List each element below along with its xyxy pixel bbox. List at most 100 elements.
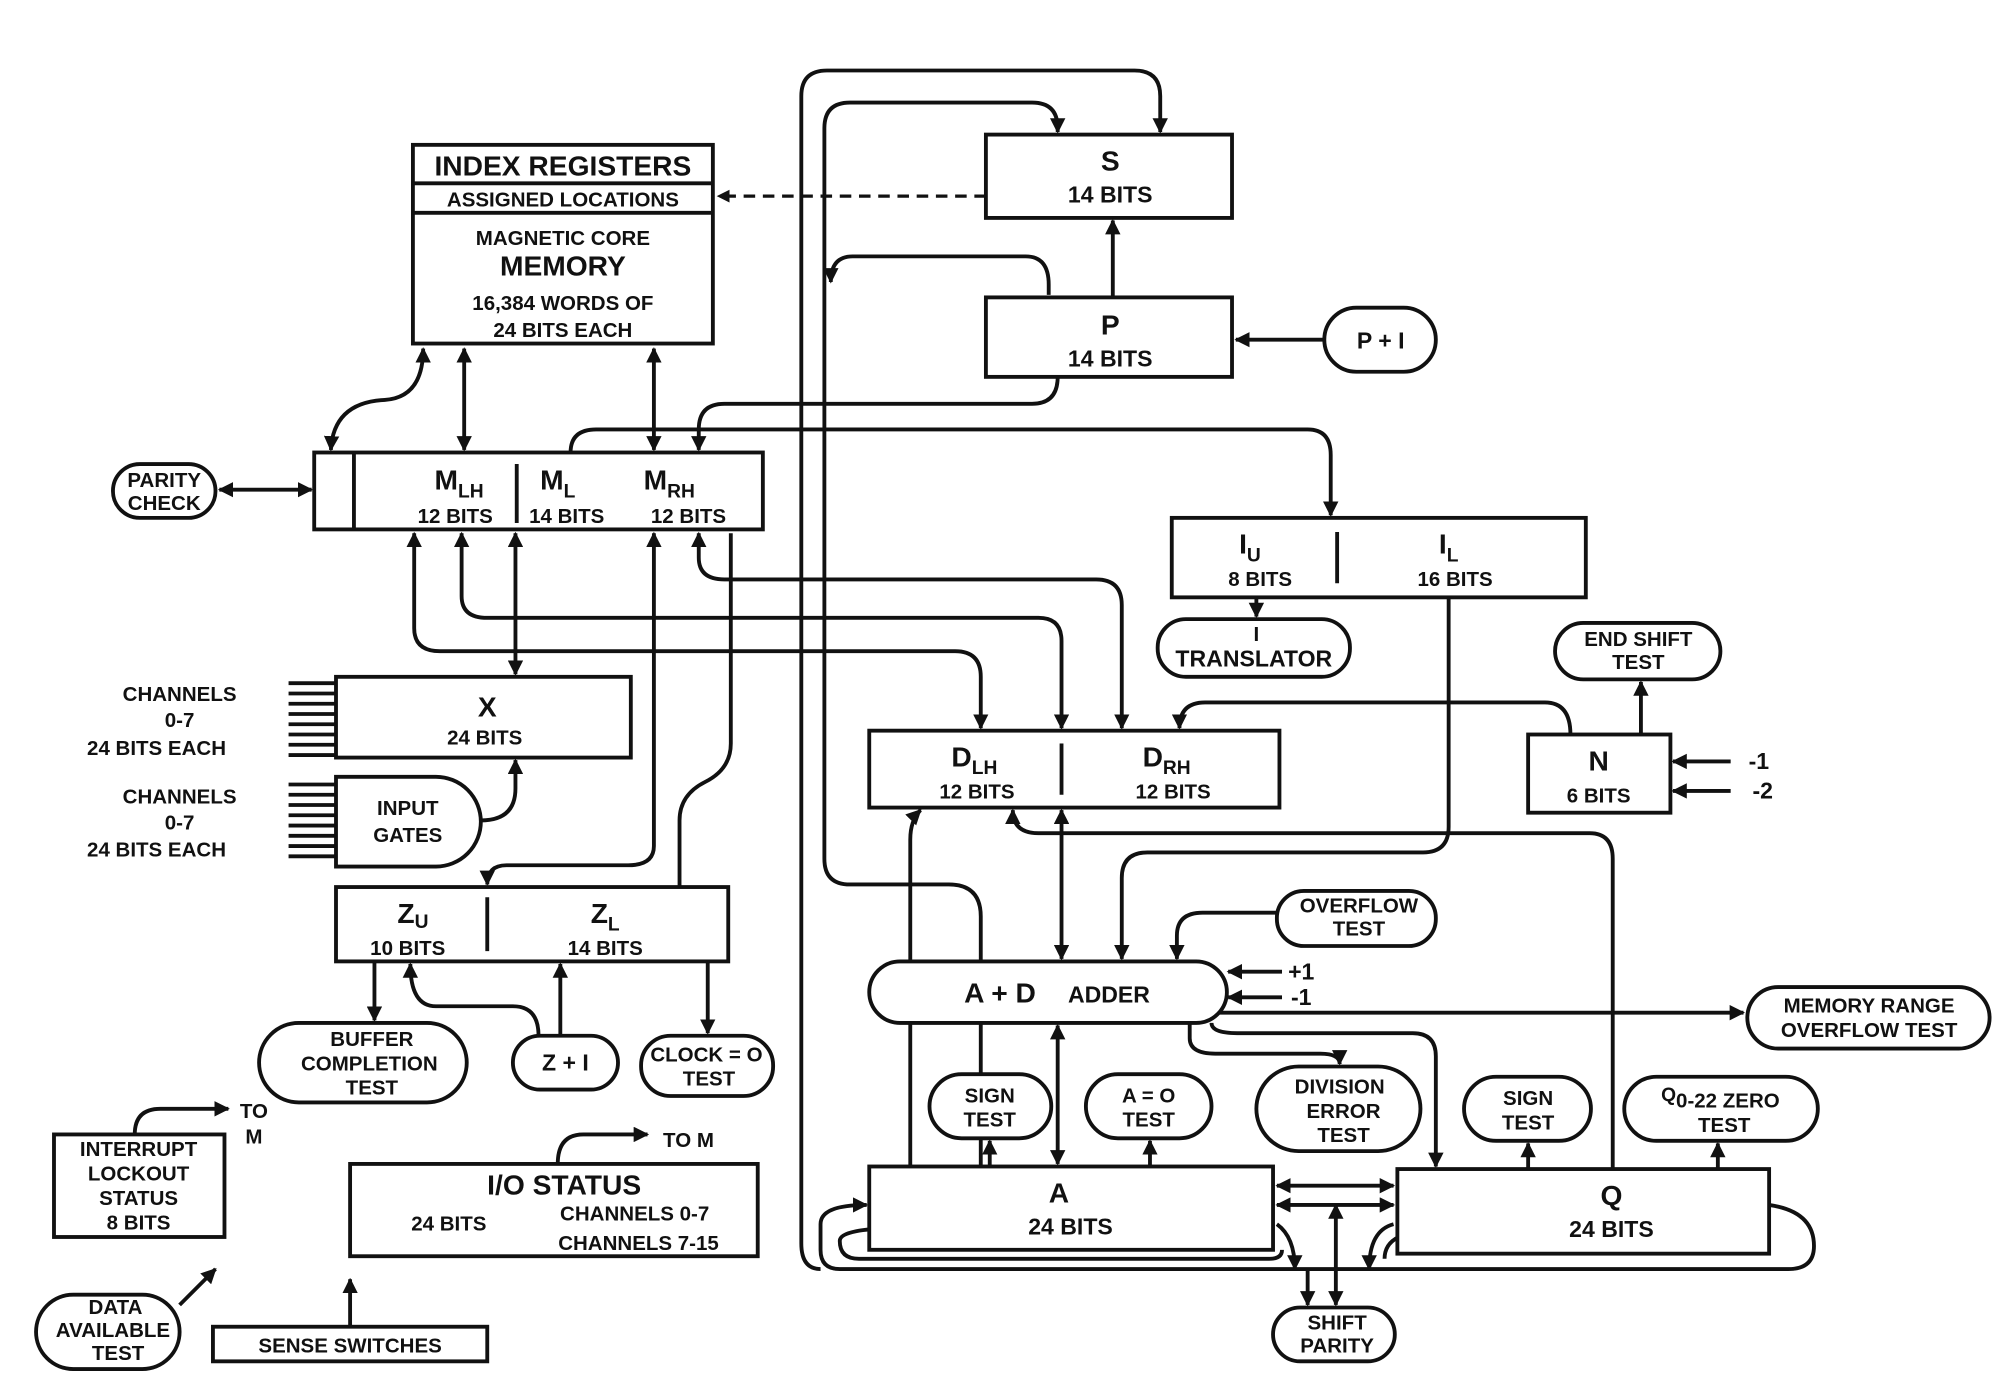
assigned-locations-label: ASSIGNED LOCATIONS (447, 188, 679, 211)
channels-label: 24 BITS EACH (87, 838, 226, 861)
register-name: N (1588, 744, 1608, 776)
n-input-label: -1 (1749, 748, 1770, 774)
test-label: TEST (1698, 1114, 1751, 1137)
register-name: S (1101, 144, 1120, 176)
shift-parity: SHIFT PARITY (1271, 1305, 1397, 1364)
test-label: A = O (1122, 1084, 1175, 1107)
magnetic-core-memory: INDEX REGISTERS ASSIGNED LOCATIONS MAGNE… (410, 142, 715, 346)
io-status-channels: CHANNELS 7-15 (558, 1232, 719, 1255)
a-register: A 24 BITS (867, 1164, 1275, 1252)
sense-switches: SENSE SWITCHES (211, 1324, 490, 1364)
test-label: SIGN (1503, 1087, 1553, 1110)
interrupt-label: INTERRUPT (80, 1138, 198, 1161)
test-label: COMPLETION (301, 1052, 438, 1075)
test-label: DATA (89, 1296, 143, 1319)
channels-out-label: CHANNELS 0-7 24 BITS EACH (87, 683, 237, 760)
register-bits: 12 BITS (418, 505, 493, 528)
interrupt-label: 8 BITS (107, 1211, 171, 1234)
adder-label: ADDER (1068, 981, 1150, 1007)
register-name: A (1049, 1176, 1069, 1208)
test-label: Q0-22 ZERO (1661, 1085, 1780, 1112)
q-sign-test: SIGN TEST (1462, 1074, 1593, 1143)
test-label: SIGN (965, 1084, 1015, 1107)
test-label: TEST (92, 1342, 145, 1365)
memory-label: 24 BITS EACH (493, 319, 632, 342)
io-status-bits: 24 BITS (411, 1213, 486, 1236)
parity-check: PARITY CHECK (111, 462, 218, 520)
test-label: MEMORY RANGE (1784, 995, 1955, 1018)
test-label: OVERFLOW (1300, 895, 1419, 918)
i-register: IU 8 BITS IL 16 BITS (1169, 515, 1588, 600)
sense-switches-label: SENSE SWITCHES (258, 1334, 441, 1357)
register-bits: 14 BITS (529, 505, 604, 528)
test-label: TEST (683, 1068, 736, 1091)
parity-check-label: CHECK (128, 492, 201, 515)
register-bits: 6 BITS (1567, 784, 1631, 807)
channels-label: 24 BITS EACH (87, 737, 226, 760)
test-label: END SHIFT (1584, 628, 1693, 651)
input-gates: INPUT GATES (334, 774, 483, 869)
to-m-label: TO M (663, 1129, 714, 1152)
register-bits: 8 BITS (1228, 568, 1292, 591)
register-bits: 12 BITS (651, 505, 726, 528)
z-plus-one: Z + I (510, 1033, 620, 1092)
register-bits: 14 BITS (568, 937, 643, 960)
test-label: TEST (1612, 651, 1665, 674)
register-bits: 14 BITS (1068, 182, 1153, 208)
a-zero-test: A = O TEST (1083, 1072, 1214, 1141)
to-m-label: M (245, 1125, 262, 1148)
test-label: TEST (346, 1077, 399, 1100)
shift-parity-label: SHIFT (1308, 1311, 1368, 1334)
io-status-channels: CHANNELS 0-7 (560, 1202, 709, 1225)
end-shift-test: END SHIFT TEST (1553, 621, 1723, 682)
q-zero-test: Q0-22 ZERO TEST (1622, 1074, 1820, 1143)
memory-label: MEMORY (500, 250, 626, 282)
register-name: P (1101, 309, 1120, 341)
register-name: X (478, 691, 497, 723)
data-available-test: DATA AVAILABLE TEST (34, 1292, 182, 1371)
p-register: P 14 BITS (983, 295, 1234, 379)
test-label: AVAILABLE (56, 1319, 170, 1342)
z-register: ZU 10 BITS ZL 14 BITS (334, 885, 731, 964)
memory-label: MAGNETIC CORE (476, 227, 650, 250)
register-bits: 24 BITS (1028, 1213, 1113, 1239)
test-label: ERROR (1307, 1100, 1381, 1123)
buffer-completion-test: BUFFER COMPLETION TEST (257, 1021, 469, 1105)
input-gates-label: GATES (373, 824, 442, 847)
adder-input-label: +1 (1288, 958, 1314, 984)
memory-label: 16,384 WORDS OF (472, 292, 653, 315)
register-bits: 12 BITS (1135, 781, 1210, 804)
memory-range-overflow-test: MEMORY RANGE OVERFLOW TEST (1745, 985, 1992, 1051)
index-registers-label: INDEX REGISTERS (434, 150, 691, 182)
shift-parity-label: PARITY (1300, 1334, 1374, 1357)
p-plus-one: P + I (1322, 305, 1438, 374)
interrupt-label: STATUS (99, 1187, 178, 1210)
register-bits: 14 BITS (1068, 346, 1153, 372)
q-register: Q 24 BITS (1395, 1167, 1772, 1256)
test-label: OVERFLOW TEST (1781, 1019, 1958, 1042)
n-input-label: -2 (1752, 778, 1773, 804)
x-register: X 24 BITS (334, 674, 633, 760)
register-name: Q (1600, 1179, 1622, 1211)
io-status: I/O STATUS 24 BITS CHANNELS 0-7 CHANNELS… (348, 1129, 760, 1259)
d-register: DLH 12 BITS DRH 12 BITS (867, 728, 1282, 810)
register-bits: 10 BITS (370, 937, 445, 960)
z-plus-one-label: Z + I (542, 1049, 589, 1075)
register-bits: 16 BITS (1417, 568, 1492, 591)
input-gates-label: INPUT (377, 797, 439, 820)
interrupt-lockout-status: INTERRUPT LOCKOUT STATUS 8 BITS TO M (52, 1100, 268, 1239)
channels-in-label: CHANNELS 0-7 24 BITS EACH (87, 786, 237, 862)
to-m-label: TO (240, 1100, 268, 1123)
test-label: TEST (1502, 1111, 1555, 1134)
test-label: BUFFER (330, 1028, 413, 1051)
translator-label: I (1254, 623, 1260, 646)
test-label: TEST (1317, 1124, 1370, 1147)
clock-zero-test: CLOCK = O TEST (639, 1033, 776, 1098)
test-label: DIVISION (1295, 1075, 1385, 1098)
test-label: TEST (1333, 918, 1386, 941)
parity-check-label: PARITY (127, 469, 201, 492)
m-register: MLH 12 BITS ML 14 BITS MRH 12 BITS (312, 450, 765, 532)
adder-input-label: -1 (1291, 984, 1312, 1010)
computer-block-diagram: INDEX REGISTERS ASSIGNED LOCATIONS MAGNE… (34, 68, 1992, 1371)
interrupt-label: LOCKOUT (88, 1163, 190, 1186)
